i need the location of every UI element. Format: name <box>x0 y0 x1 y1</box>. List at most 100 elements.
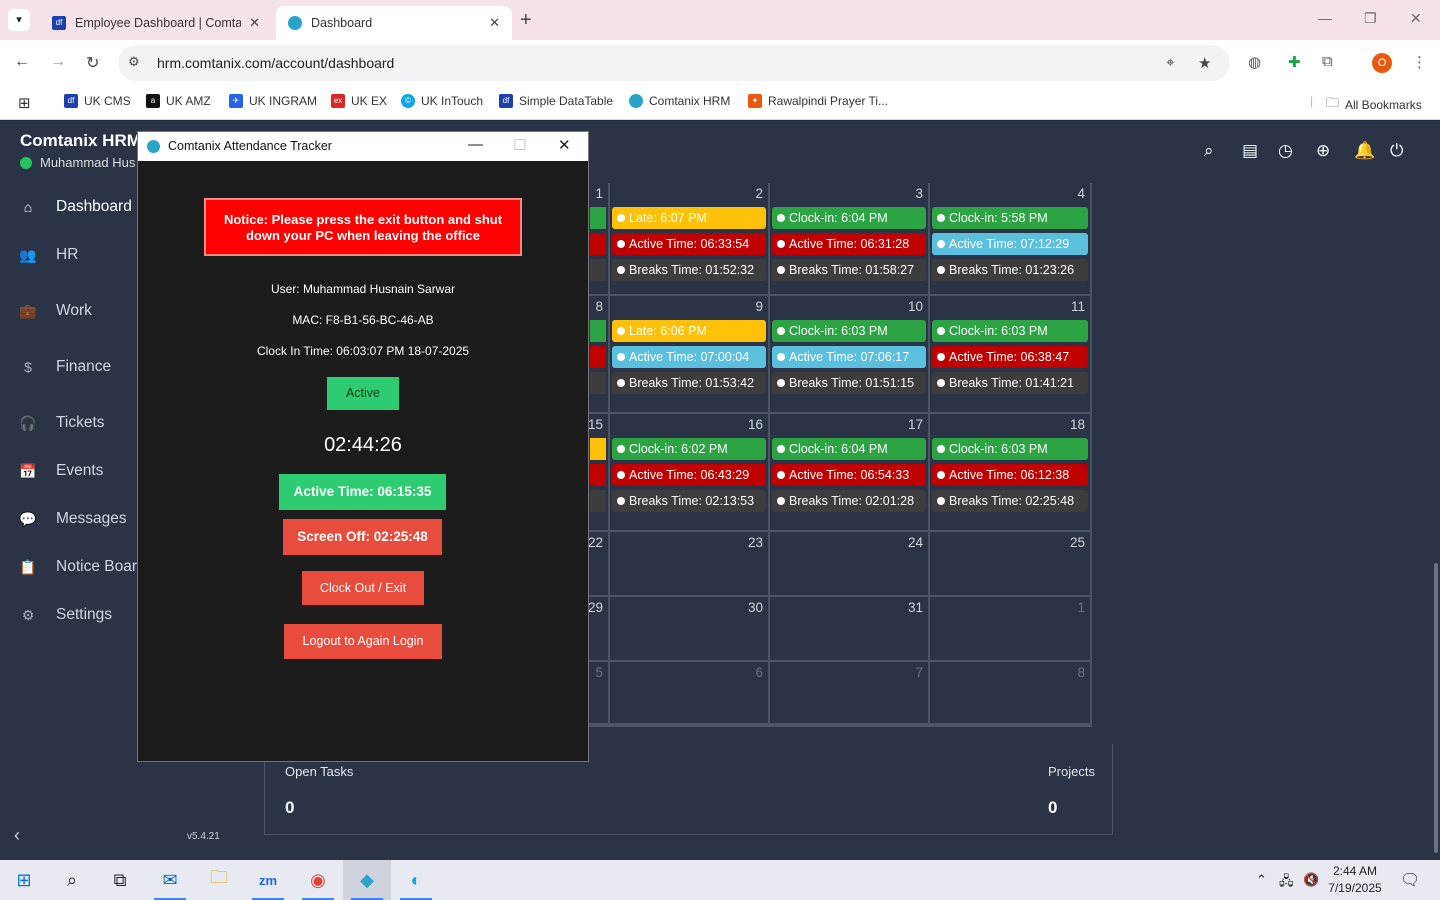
clock-out-button[interactable]: Clock Out / Exit <box>302 571 424 605</box>
back-icon[interactable]: ← <box>14 53 30 71</box>
attendance-event-clockin[interactable]: Clock-in: 6:02 PM <box>612 438 766 460</box>
attendance-event-active-red[interactable]: Active Time: 06:43:29 <box>612 464 766 486</box>
search-icon[interactable]: ⌕ <box>1204 141 1214 161</box>
attendance-event-breaks[interactable]: Breaks Time: 02:25:48 <box>932 490 1088 512</box>
attendance-event-active-red[interactable]: Active Time: 06:33:54 <box>612 233 766 255</box>
calendar-day-cell[interactable]: 25 <box>930 532 1090 597</box>
apps-grid-icon[interactable]: ⊞ <box>18 94 31 112</box>
attendance-event-active-red[interactable]: Active Time: 06:54:33 <box>772 464 926 486</box>
site-info-icon[interactable]: ⚙ <box>128 54 140 70</box>
minimize-icon[interactable]: — <box>1318 10 1332 26</box>
all-bookmarks[interactable]: 🗀 All Bookmarks <box>1326 94 1422 116</box>
projects-value[interactable]: 0 <box>1048 798 1057 818</box>
file-explorer-icon[interactable]: 🗀 <box>195 860 243 900</box>
translate-icon[interactable]: ◍ <box>1248 53 1261 71</box>
calendar-day-cell[interactable]: 6 <box>610 662 770 725</box>
bookmark-uk-ex[interactable]: ex UK EX <box>331 94 387 108</box>
reload-icon[interactable]: ↻ <box>86 53 99 73</box>
close-window-icon[interactable]: ✕ <box>1410 10 1422 27</box>
address-url[interactable]: hrm.comtanix.com/account/dashboard <box>157 55 394 71</box>
attendance-event-late[interactable]: Late: 6:06 PM <box>612 320 766 342</box>
bell-icon[interactable]: 🔔 <box>1354 141 1375 161</box>
bookmark-simple-datatable[interactable]: df Simple DataTable <box>499 94 613 108</box>
profile-avatar[interactable]: O <box>1372 53 1392 73</box>
calendar-day-cell[interactable]: 10 Clock-in: 6:03 PM Active Time: 07:06:17… <box>770 296 930 414</box>
calendar-day-cell[interactable]: 1 <box>930 597 1090 662</box>
status-badge[interactable]: Active <box>327 377 399 410</box>
power-icon[interactable]: ⏻ <box>1390 141 1403 161</box>
attendance-event-clockin[interactable]: Clock-in: 6:03 PM <box>932 320 1088 342</box>
browser-menu-icon[interactable]: ⋮ <box>1412 53 1427 71</box>
bookmark-comtanix-hrm[interactable]: Comtanix HRM <box>629 94 730 108</box>
add-icon[interactable]: ⊕ <box>1316 141 1330 161</box>
calendar-day-cell[interactable]: 9 Late: 6:06 PM Active Time: 07:00:04 Break… <box>610 296 770 414</box>
attendance-event-breaks[interactable]: Breaks Time: 02:01:28 <box>772 490 926 512</box>
attendance-event-active-red[interactable]: Active Time: 06:31:28 <box>772 233 926 255</box>
calendar-day-cell[interactable]: 31 <box>770 597 930 662</box>
extensions-icon[interactable]: ⧉ <box>1322 53 1333 70</box>
bookmark-uk-amz[interactable]: a UK AMZ <box>146 94 211 108</box>
task-view-icon[interactable]: ⧉ <box>96 860 144 900</box>
volume-muted-icon[interactable]: 🔇 <box>1303 872 1319 888</box>
attendance-event-breaks[interactable]: Breaks Time: 01:23:26 <box>932 259 1088 281</box>
attendance-event-clockin[interactable]: Clock-in: 5:58 PM <box>932 207 1088 229</box>
tab-close-icon[interactable]: ✕ <box>489 15 500 31</box>
network-icon[interactable]: 🖧 <box>1279 872 1294 894</box>
calendar-day-cell[interactable]: 3 Clock-in: 6:04 PM Active Time: 06:31:28 B… <box>770 183 930 296</box>
taskbar-clock[interactable]: 2:44 AM 7/19/2025 <box>1320 863 1390 897</box>
close-icon[interactable]: ✕ <box>558 136 571 154</box>
calendar-day-cell[interactable]: 24 <box>770 532 930 597</box>
attendance-event-active-red[interactable]: Active Time: 06:38:47 <box>932 346 1088 368</box>
calendar-day-cell[interactable]: 8 <box>930 662 1090 725</box>
location-icon[interactable]: ⌖ <box>1166 54 1174 71</box>
calendar-day-cell[interactable]: 29 <box>588 597 610 662</box>
sticky-note-icon[interactable]: ▤ <box>1242 141 1258 161</box>
calendar-day-cell[interactable]: 7 <box>770 662 930 725</box>
bookmark-star-icon[interactable]: ★ <box>1198 54 1211 72</box>
attendance-event-breaks[interactable]: Breaks Time: 02:13:53 <box>612 490 766 512</box>
attendance-event-clockin[interactable]: Clock-in: 6:04 PM <box>772 438 926 460</box>
tracker-title-bar[interactable]: Comtanix Attendance Tracker — ☐ ✕ <box>138 132 588 161</box>
bookmark-uk-cms[interactable]: df UK CMS <box>64 94 131 108</box>
attendance-event-late[interactable]: Late: 6:07 PM <box>612 207 766 229</box>
sidebar-user[interactable]: Muhammad Hus <box>20 155 135 170</box>
edge-icon[interactable]: ◐ <box>392 860 440 900</box>
tab-dashboard[interactable]: Dashboard ✕ <box>276 6 512 40</box>
calendar-day-cell[interactable]: 23 <box>610 532 770 597</box>
collapse-sidebar-icon[interactable]: ‹ <box>14 825 20 846</box>
start-icon[interactable]: ⊞ <box>0 860 48 900</box>
tray-overflow-icon[interactable]: ⌃ <box>1256 872 1267 888</box>
tab-employee-dashboard[interactable]: df Employee Dashboard | Comtanix ✕ <box>40 6 272 40</box>
restore-icon[interactable]: ❐ <box>1364 10 1377 27</box>
bookmark-uk-intouch[interactable]: © UK InTouch <box>401 94 483 108</box>
attendance-event-breaks[interactable]: Breaks Time: 01:53:42 <box>612 372 766 394</box>
address-bar[interactable]: ⚙ hrm.comtanix.com/account/dashboard ⌖ ★ <box>118 45 1230 81</box>
attendance-event-breaks[interactable]: Breaks Time: 01:51:15 <box>772 372 926 394</box>
attendance-event-active-teal[interactable]: Active Time: 07:06:17 <box>772 346 926 368</box>
search-icon[interactable]: ⌕ <box>48 860 96 900</box>
calendar-day-cell[interactable]: 16 Clock-in: 6:02 PM Active Time: 06:43:29… <box>610 414 770 532</box>
zoom-icon[interactable]: zm <box>244 860 292 900</box>
attendance-event-clockin[interactable]: Clock-in: 6:03 PM <box>772 320 926 342</box>
attendance-event-active-teal[interactable]: Active Time: 07:12:29 <box>932 233 1088 255</box>
attendance-event-clockin[interactable]: Clock-in: 6:04 PM <box>772 207 926 229</box>
tab-close-icon[interactable]: ✕ <box>249 15 260 31</box>
forward-icon[interactable]: → <box>50 53 66 71</box>
extension-plus-icon[interactable]: ✚ <box>1288 53 1301 71</box>
maximize-icon[interactable]: ☐ <box>513 136 526 154</box>
calendar-day-cell[interactable]: 17 Clock-in: 6:04 PM Active Time: 06:54:33… <box>770 414 930 532</box>
logout-button[interactable]: Logout to Again Login <box>284 624 442 659</box>
minimize-icon[interactable]: — <box>468 136 483 153</box>
attendance-event-breaks[interactable]: Breaks Time: 01:41:21 <box>932 372 1088 394</box>
attendance-event-active-teal[interactable]: Active Time: 07:00:04 <box>612 346 766 368</box>
calendar-day-cell[interactable]: 11 Clock-in: 6:03 PM Active Time: 06:38:47… <box>930 296 1090 414</box>
calendar-day-cell[interactable]: 30 <box>610 597 770 662</box>
calendar-day-cell[interactable]: 22 <box>588 532 610 597</box>
attendance-event-clockin[interactable]: Clock-in: 6:03 PM <box>932 438 1088 460</box>
calendar-day-cell[interactable]: 4 Clock-in: 5:58 PM Active Time: 07:12:29 B… <box>930 183 1090 296</box>
clock-icon[interactable]: ◷ <box>1278 141 1293 161</box>
bookmark-uk-ingram[interactable]: ✈ UK INGRAM <box>229 94 317 108</box>
notifications-icon[interactable]: 🗨 <box>1400 870 1420 890</box>
tab-search-button[interactable]: ▾ <box>8 9 30 31</box>
attendance-event-active-red[interactable]: Active Time: 06:12:38 <box>932 464 1088 486</box>
